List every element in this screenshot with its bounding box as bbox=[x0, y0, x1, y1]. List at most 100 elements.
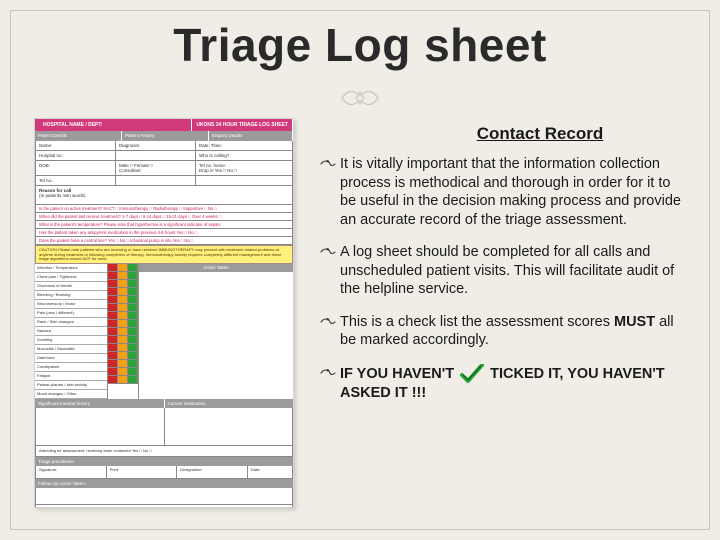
form-triage-head: Triage practitioner bbox=[35, 457, 293, 466]
form-check-cell bbox=[118, 312, 128, 320]
form-check-cell bbox=[128, 288, 138, 296]
form-check-cell bbox=[118, 296, 128, 304]
form-checkgrid: Infection / TemperatureChest pain / Tigh… bbox=[35, 264, 293, 399]
form-desig: Designation: bbox=[177, 466, 248, 478]
form-dob: DOB: bbox=[36, 161, 116, 175]
form-check-label: Diarrhoea bbox=[35, 354, 107, 363]
form-check-cell bbox=[118, 336, 128, 344]
form-check-label: Rash / Skin changes bbox=[35, 318, 107, 327]
bullet-3-text-a: This is a check list the assessment scor… bbox=[340, 314, 614, 330]
form-check-cell bbox=[128, 352, 138, 360]
form-consult: Consultant team contacted Yes □ No □ Dat… bbox=[35, 505, 293, 508]
form-q5: Does the patient have a central line? Ye… bbox=[35, 237, 293, 245]
form-check-cell bbox=[118, 288, 128, 296]
form-q1: Is the patient on active treatment? SACT… bbox=[35, 205, 293, 213]
form-check-cell bbox=[128, 264, 138, 272]
form-dropin: Drop in Yes □ No □ bbox=[199, 168, 289, 173]
form-check-label: Shortness of breath bbox=[35, 282, 107, 291]
form-diagnosis: Diagnosis: bbox=[116, 141, 196, 150]
form-check-label: Vomiting bbox=[35, 336, 107, 345]
form-check-cell bbox=[128, 368, 138, 376]
form-check-cell bbox=[108, 296, 118, 304]
form-check-cell bbox=[108, 352, 118, 360]
form-check-cell bbox=[108, 288, 118, 296]
form-attending: Attending for assessment, receiving team… bbox=[35, 446, 293, 457]
form-check-cell bbox=[108, 304, 118, 312]
form-reason-sub: (In patients own words) bbox=[39, 193, 289, 198]
subtitle: Contact Record bbox=[395, 124, 685, 144]
form-check-label: Neurosensory / Motor bbox=[35, 300, 107, 309]
form-check-cell bbox=[118, 264, 128, 272]
form-check-cell bbox=[108, 320, 118, 328]
form-name: Name: bbox=[36, 141, 116, 150]
bullet-1: It is vitally important that the informa… bbox=[320, 155, 690, 229]
form-followup-head: Follow Up Action Taken: bbox=[35, 479, 293, 488]
form-check-label: Constipation bbox=[35, 363, 107, 372]
bullet-icon bbox=[320, 366, 336, 380]
form-check-label: Nausea bbox=[35, 327, 107, 336]
form-check-cell bbox=[128, 296, 138, 304]
form-check-cell bbox=[118, 320, 128, 328]
form-check-cell bbox=[128, 304, 138, 312]
form-check-label: Chest pain / Tightness bbox=[35, 273, 107, 282]
form-curmed-head: Current medication bbox=[165, 399, 294, 408]
bullet-4-text-a: IF YOU HAVEN'T bbox=[340, 366, 458, 382]
bullet-2-text: A log sheet should be completed for all … bbox=[340, 244, 674, 297]
form-check-cell bbox=[128, 272, 138, 280]
form-check-cell bbox=[118, 280, 128, 288]
page-title: Triage Log sheet bbox=[0, 18, 720, 72]
form-tel: Tel no.: bbox=[36, 176, 116, 185]
form-check-cell bbox=[118, 376, 128, 384]
form-check-label: Mucositis / Stomatitis bbox=[35, 345, 107, 354]
form-check-cell bbox=[108, 272, 118, 280]
form-check-cell bbox=[128, 344, 138, 352]
form-q3: What is the patient's temperature? Pleas… bbox=[35, 221, 293, 229]
form-q4: Has the patient taken any antipyretic me… bbox=[35, 229, 293, 237]
form-hospno: Hospital no.: bbox=[36, 151, 116, 160]
form-q2: When did the patient last receive treatm… bbox=[35, 213, 293, 221]
form-top-left: HOSPITAL NAME / DEPT: bbox=[39, 119, 192, 131]
form-consultant: Consultant: bbox=[119, 168, 192, 173]
form-check-label: Fatigue bbox=[35, 372, 107, 381]
form-check-cell bbox=[128, 376, 138, 384]
form-check-cell bbox=[118, 368, 128, 376]
form-caution: CAUTION Please note patients who are rec… bbox=[35, 245, 293, 264]
bullet-3: This is a check list the assessment scor… bbox=[320, 313, 690, 350]
ornament-icon bbox=[336, 86, 384, 110]
form-check-cell bbox=[118, 344, 128, 352]
form-check-cell bbox=[108, 280, 118, 288]
content-right: It is vitally important that the informa… bbox=[320, 155, 690, 416]
form-check-cell bbox=[118, 360, 128, 368]
form-sig: Signature: bbox=[36, 466, 107, 478]
form-check-cell bbox=[118, 352, 128, 360]
form-check-label: Bleeding / Bruising bbox=[35, 291, 107, 300]
form-check-cell bbox=[128, 336, 138, 344]
form-date: Date: bbox=[248, 466, 292, 478]
form-check-cell bbox=[118, 304, 128, 312]
form-datetime: Date: Time: bbox=[196, 141, 292, 150]
form-check-cell bbox=[128, 320, 138, 328]
form-check-cell bbox=[108, 336, 118, 344]
form-check-cell bbox=[108, 368, 118, 376]
form-check-cell bbox=[108, 264, 118, 272]
form-check-label: Mood changes / Other bbox=[35, 390, 107, 399]
bullet-4: IF YOU HAVEN'T TICKED IT, YOU HAVEN'T AS… bbox=[320, 364, 690, 403]
form-check-cell bbox=[128, 280, 138, 288]
form-h-patient-history: Patient History bbox=[122, 131, 209, 141]
slide: Triage Log sheet Contact Record It is vi… bbox=[0, 0, 720, 540]
bullet-3-text-b: MUST bbox=[614, 314, 655, 330]
bullet-icon bbox=[320, 157, 336, 171]
form-who: Who is calling? bbox=[196, 151, 292, 160]
form-check-cell bbox=[108, 376, 118, 384]
form-check-cell bbox=[128, 312, 138, 320]
bullet-icon bbox=[320, 245, 336, 259]
form-thumbnail: HOSPITAL NAME / DEPT: UKONS 24 HOUR TRIA… bbox=[34, 118, 294, 508]
form-check-cell bbox=[128, 328, 138, 336]
form-action-head: Action Taken bbox=[139, 264, 293, 272]
bullet-2: A log sheet should be completed for all … bbox=[320, 243, 690, 299]
bullet-icon bbox=[320, 315, 336, 329]
form-check-cell bbox=[108, 328, 118, 336]
form-medhist-head: Significant medical history bbox=[35, 399, 165, 408]
form-check-cell bbox=[108, 360, 118, 368]
form-check-label: Palmar-plantar / skin toxicity bbox=[35, 381, 107, 390]
